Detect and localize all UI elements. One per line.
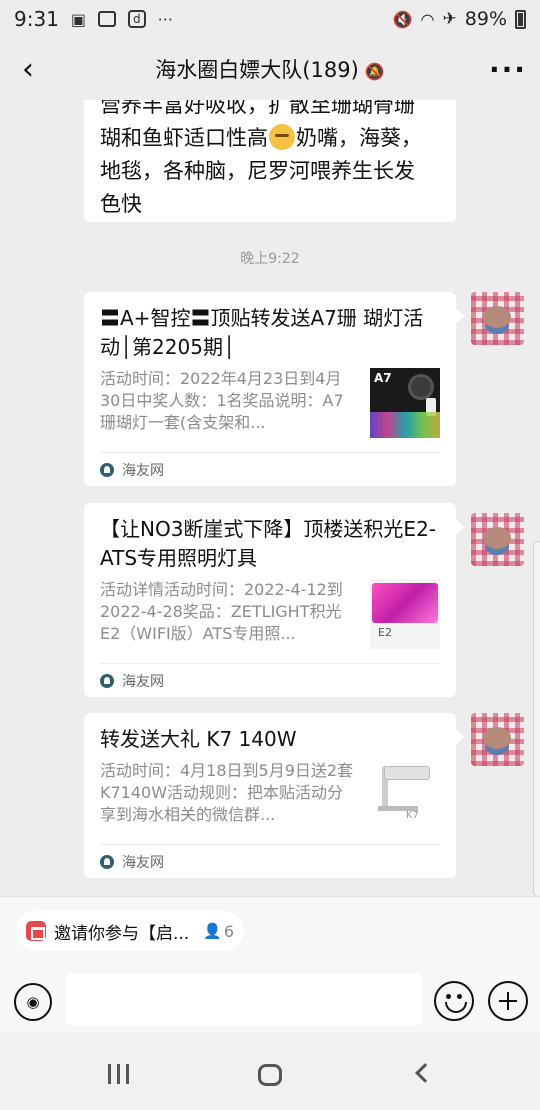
status-bar: 9:31 ▣ d ··· 🔇 ◠ ✈ 89% xyxy=(0,0,540,38)
avatar[interactable] xyxy=(471,713,524,766)
more-button[interactable]: ··· xyxy=(476,38,540,100)
scroll-indicator[interactable] xyxy=(533,541,540,897)
airplane-icon: ✈ xyxy=(442,9,457,29)
card-thumbnail: E2 xyxy=(370,579,440,649)
avatar[interactable] xyxy=(471,513,524,566)
card-description: 活动时间：2022年4月23日到4月30日中奖人数：1名奖品说明：A7珊瑚灯一套… xyxy=(100,369,344,432)
mute-vibrate-icon: 🔇 xyxy=(392,9,413,29)
system-nav-bar xyxy=(0,1032,540,1110)
message-line: 色快 xyxy=(100,192,142,216)
card-title: 转发送大礼 K7 140W xyxy=(100,727,297,751)
card-source: 海友网 xyxy=(100,452,440,486)
link-card[interactable]: 〓A+智控〓顶贴转发送A7珊 瑚灯活动│第2205期│ 活动时间：2022年4月… xyxy=(84,292,465,486)
card-source: 海友网 xyxy=(100,663,440,697)
link-card[interactable]: 转发送大礼 K7 140W 活动时间：4月18日到5月9日送2套K7140W活动… xyxy=(84,713,465,878)
card-source: 海友网 xyxy=(100,844,440,878)
d-app-icon: d xyxy=(128,10,146,28)
avatar[interactable] xyxy=(471,292,524,345)
participant-count: 👤 6 xyxy=(203,922,234,941)
card-thumbnail: K7 xyxy=(370,760,440,830)
chat-title-container: 海水圈白嫖大队(189) 🔕 xyxy=(0,54,540,84)
chevron-left-icon: ‹ xyxy=(22,51,34,87)
gift-icon xyxy=(26,921,46,941)
voice-icon: ◉ xyxy=(26,993,40,1011)
card-description: 活动时间：4月18日到5月9日送2套K7140W活动规则：把本贴活动分享到海水相… xyxy=(100,761,354,824)
system-back-button[interactable] xyxy=(415,1063,435,1083)
voice-button[interactable]: ◉ xyxy=(14,983,52,1021)
back-button[interactable]: ‹ xyxy=(0,38,56,100)
chat-header: ‹ 海水圈白嫖大队(189) 🔕 ··· xyxy=(0,38,540,100)
gallery-icon: ▣ xyxy=(70,9,87,29)
chip-text: 邀请你参与【启... xyxy=(54,923,190,944)
message-input[interactable] xyxy=(66,973,422,1025)
source-name: 海友网 xyxy=(122,673,164,690)
mute-bell-icon: 🔕 xyxy=(364,62,385,81)
message-timestamp: 晚上9:22 xyxy=(240,251,300,267)
emoji-button[interactable] xyxy=(434,981,474,1021)
message-bubble[interactable]: 营养丰富好吸收，扩散至珊瑚骨珊 瑚和鱼虾适口性高 奶嘴，海葵， 地毯，各种脑，尼罗… xyxy=(84,100,456,222)
chat-title[interactable]: 海水圈白嫖大队(189) xyxy=(155,58,358,82)
box-icon xyxy=(98,11,117,27)
source-logo-icon xyxy=(100,673,114,688)
source-logo-icon xyxy=(100,854,114,869)
thumb-label: E2 xyxy=(378,626,392,639)
status-time: 9:31 xyxy=(14,7,59,31)
card-title: 【让NO3断崖式下降】顶楼送积光E2-ATS专用照明灯具 xyxy=(100,517,437,570)
smirk-emoji-icon xyxy=(269,124,295,150)
more-dots-icon: ··· xyxy=(157,9,173,29)
message-line: 地毯，各种脑，尼罗河喂养生长发 xyxy=(100,159,415,183)
battery-percent: 89% xyxy=(464,8,507,30)
thumb-label: A7 xyxy=(374,371,392,385)
link-card[interactable]: 【让NO3断崖式下降】顶楼送积光E2-ATS专用照明灯具 活动详情活动时间：20… xyxy=(84,503,465,697)
source-name: 海友网 xyxy=(122,854,164,871)
wifi-icon: ◠ xyxy=(420,9,435,29)
message-line: 瑚和鱼虾适口性高 奶嘴，海葵， xyxy=(100,124,422,150)
recent-apps-button[interactable] xyxy=(108,1064,130,1084)
message-line: 营养丰富好吸收，扩散至珊瑚骨珊 xyxy=(100,100,415,117)
card-description: 活动详情活动时间：2022-4-12到2022-4-28奖品：ZETLIGHT积… xyxy=(100,580,343,643)
more-actions-button[interactable] xyxy=(488,981,528,1021)
source-name: 海友网 xyxy=(122,462,164,479)
battery-icon xyxy=(515,9,526,29)
card-title: 〓A+智控〓顶贴转发送A7珊 瑚灯活动│第2205期│ xyxy=(100,306,424,359)
card-thumbnail: A7 xyxy=(370,368,440,438)
group-activity-chip[interactable]: 邀请你参与【启... 👤 6 xyxy=(16,911,244,951)
chat-messages[interactable]: 营养丰富好吸收，扩散至珊瑚骨珊 瑚和鱼虾适口性高 奶嘴，海葵， 地毯，各种脑，尼罗… xyxy=(0,100,540,896)
participant-count-value: 6 xyxy=(223,921,234,941)
home-button[interactable] xyxy=(258,1064,282,1086)
status-right: 🔇 ◠ ✈ 89% xyxy=(393,8,526,30)
thumb-label: K7 xyxy=(406,810,419,821)
person-icon: 👤 xyxy=(203,922,222,940)
input-area: 邀请你参与【启... 👤 6 ◉ xyxy=(0,896,540,1032)
source-logo-icon xyxy=(100,462,114,477)
